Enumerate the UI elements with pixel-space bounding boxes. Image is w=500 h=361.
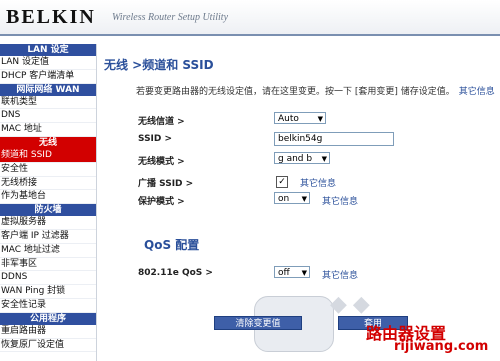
chevron-down-icon: ▼	[301, 269, 307, 277]
sidebar-item-restore-defaults[interactable]: 恢复原厂设定值	[0, 339, 96, 353]
sidebar-item-wireless-bridge[interactable]: 无线桥接	[0, 177, 96, 191]
more-info-link-broadcast[interactable]: 其它信息	[300, 176, 336, 189]
sidebar-item-access-point[interactable]: 作为基地台	[0, 190, 96, 205]
page-title: 无线 >频道和 SSID	[104, 58, 214, 72]
qos-section-title: QoS 配置	[144, 238, 200, 252]
protection-mode-label: 保护模式 >	[138, 197, 185, 207]
broadcast-ssid-label: 广播 SSID >	[138, 179, 194, 189]
wireless-mode-select-value: g and b	[278, 154, 313, 164]
qos-label: 802.11e QoS >	[138, 268, 213, 278]
wireless-mode-label: 无线模式 >	[138, 157, 185, 167]
header-bar: BELKIN Wireless Router Setup Utility	[0, 0, 500, 36]
sidebar-item-dhcp-client-list[interactable]: DHCP 客户端清单	[0, 70, 96, 84]
sidebar-section-utilities: 公用程序	[0, 312, 96, 325]
clear-changes-button[interactable]: 清除变更值	[214, 316, 302, 330]
sidebar-section-wireless: 无线	[0, 136, 96, 149]
chevron-down-icon: ▼	[301, 195, 307, 203]
wireless-mode-select[interactable]: g and b ▼	[274, 152, 330, 164]
chevron-down-icon: ▼	[317, 115, 323, 123]
sidebar-item-restart-router[interactable]: 重启路由器	[0, 325, 96, 339]
more-info-link-qos[interactable]: 其它信息	[322, 268, 358, 281]
qos-select-value: off	[278, 268, 290, 278]
sidebar-section-lan: LAN 设定	[0, 44, 96, 56]
sidebar-item-dmz[interactable]: 非军事区	[0, 258, 96, 272]
sidebar-section-wan: 网际网络 WAN	[0, 83, 96, 96]
more-info-link-protection[interactable]: 其它信息	[322, 194, 358, 207]
sidebar-item-lan-settings[interactable]: LAN 设定值	[0, 56, 96, 70]
chevron-down-icon: ▼	[321, 155, 327, 163]
page-description-text: 若要变更路由器的无线设定值，请在这里变更。按一下 [套用变更] 储存设定值。	[136, 87, 455, 97]
sidebar-item-security-log[interactable]: 安全性记录	[0, 299, 96, 313]
channel-select[interactable]: Auto ▼	[274, 112, 326, 124]
protection-mode-select-value: on	[278, 194, 290, 204]
sidebar-item-wan-ping-block[interactable]: WAN Ping 封锁	[0, 285, 96, 299]
more-info-link-description[interactable]: 其它信息	[459, 87, 495, 97]
page-description: 若要变更路由器的无线设定值，请在这里变更。按一下 [套用变更] 储存设定值。 其它…	[136, 84, 495, 97]
header-tagline: Wireless Router Setup Utility	[112, 12, 229, 23]
watermark-url: rijiwang.com	[394, 339, 489, 354]
watermark-graphic: ◆◆	[330, 292, 376, 317]
broadcast-ssid-checkbox[interactable]: ✓	[276, 176, 288, 188]
protection-mode-select[interactable]: on ▼	[274, 192, 310, 204]
sidebar-item-mac-address[interactable]: MAC 地址	[0, 123, 96, 137]
belkin-logo: BELKIN	[6, 6, 96, 28]
sidebar-item-channel-ssid[interactable]: 频道和 SSID	[0, 148, 96, 163]
sidebar-item-dns[interactable]: DNS	[0, 109, 96, 124]
ssid-input[interactable]: belkin54g	[274, 132, 394, 146]
sidebar-item-client-ip-filter[interactable]: 客户端 IP 过滤器	[0, 230, 96, 244]
sidebar-item-mac-filter[interactable]: MAC 地址过滤	[0, 244, 96, 258]
sidebar-item-virtual-server[interactable]: 虚拟服务器	[0, 216, 96, 230]
sidebar-item-connection-type[interactable]: 联机类型	[0, 96, 96, 110]
sidebar-nav: LAN 设定 LAN 设定值 DHCP 客户端清单 网际网络 WAN 联机类型 …	[0, 44, 97, 361]
ssid-label: SSID >	[138, 134, 173, 144]
qos-select[interactable]: off ▼	[274, 266, 310, 278]
sidebar-item-ddns[interactable]: DDNS	[0, 271, 96, 286]
sidebar-item-security[interactable]: 安全性	[0, 163, 96, 177]
channel-select-value: Auto	[278, 114, 299, 124]
channel-label: 无线信道 >	[138, 117, 185, 127]
sidebar-section-firewall: 防火墙	[0, 204, 96, 217]
